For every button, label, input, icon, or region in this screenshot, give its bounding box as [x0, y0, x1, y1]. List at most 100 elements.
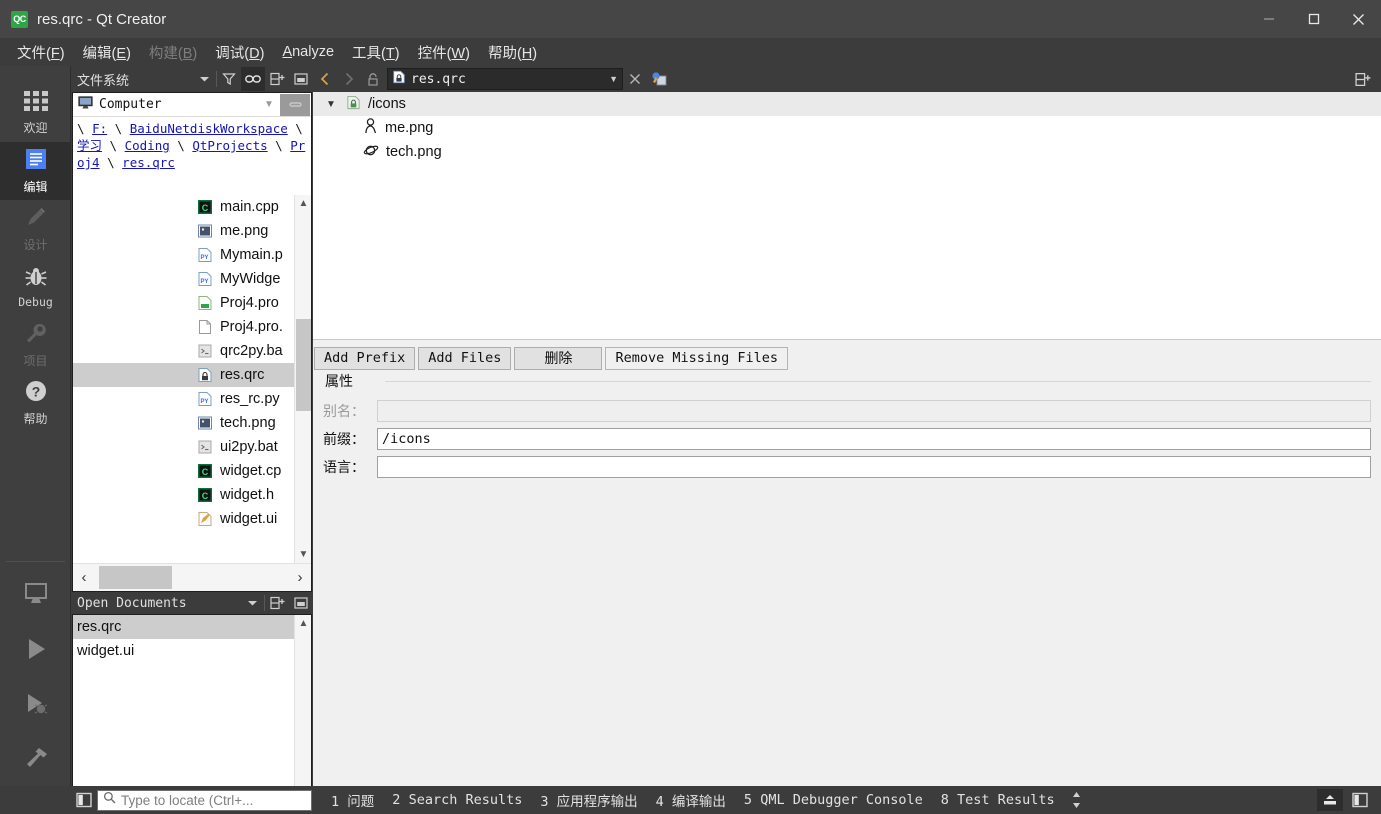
menu-tools[interactable]: 工具(T) [343, 39, 409, 66]
scroll-thumb-horizontal[interactable] [99, 566, 172, 589]
list-item[interactable]: PY res_rc.py [73, 387, 311, 411]
minimize-button[interactable] [1246, 0, 1291, 38]
mode-welcome-label: 欢迎 [23, 121, 48, 135]
close-document-button[interactable] [623, 67, 647, 91]
menu-file[interactable]: 文件(F) [8, 39, 74, 66]
root-path-combo[interactable]: Computer ▼ [73, 93, 311, 117]
output-pane-application-output[interactable]: 3 应用程序输出 [531, 790, 646, 810]
resource-file-node[interactable]: tech.png [313, 140, 1381, 164]
list-item-label: widget.cp [220, 463, 282, 479]
remove-missing-files-button[interactable]: Remove Missing Files [605, 346, 788, 370]
breadcrumb-item-3[interactable]: Coding [125, 138, 170, 153]
output-pane-compile-output[interactable]: 4 编译输出 [647, 790, 735, 810]
file-tree-vertical-scrollbar[interactable]: ▲ ▼ [294, 195, 311, 563]
maximize-button[interactable] [1291, 0, 1336, 38]
output-pane-qml-debugger-console[interactable]: 5 QML Debugger Console [735, 792, 932, 808]
chevron-down-icon[interactable]: ▼ [323, 99, 339, 110]
sync-link-icon[interactable] [241, 67, 265, 91]
list-item[interactable]: res.qrc [73, 363, 311, 387]
toggle-rightpane-icon[interactable] [1347, 789, 1373, 811]
split-add-icon[interactable] [1351, 67, 1375, 91]
menu-debug[interactable]: 调试(D) [206, 39, 273, 66]
mode-help[interactable]: ? 帮助 [0, 374, 71, 432]
add-prefix-button[interactable]: Add Prefix [314, 346, 416, 370]
menu-analyze[interactable]: Analyze [273, 41, 343, 63]
prefix-row: 前缀： /icons [321, 428, 1371, 450]
scroll-left-icon[interactable]: ‹ [73, 564, 95, 591]
close-button[interactable] [1336, 0, 1381, 38]
dropdown-icon[interactable] [240, 591, 264, 615]
breadcrumb-item-6[interactable]: res.qrc [122, 155, 175, 170]
mode-design[interactable]: 设计 [0, 200, 71, 258]
output-pane-problems[interactable]: 1 问题 [322, 790, 383, 810]
list-item[interactable]: C main.cpp [73, 195, 311, 219]
external-editor-icon[interactable] [647, 67, 671, 91]
resource-tree[interactable]: ▼ /icons me.png tech.png [313, 92, 1381, 340]
output-pane-search-results[interactable]: 2 Search Results [383, 792, 531, 808]
debug-run-icon[interactable] [0, 676, 71, 731]
list-item[interactable]: Proj4.pro. [73, 315, 311, 339]
add-files-button[interactable]: Add Files [418, 346, 512, 370]
list-item[interactable]: widget.ui [73, 639, 311, 663]
breadcrumb-item-0[interactable]: F: [92, 121, 107, 136]
mode-debug[interactable]: Debug [0, 258, 71, 316]
scroll-right-icon[interactable]: › [289, 564, 311, 591]
breadcrumb-item-2[interactable]: 学习 [77, 138, 102, 153]
list-item[interactable]: res.qrc [73, 615, 311, 639]
open-documents-list[interactable]: res.qrc widget.ui ▲ ▼ [72, 614, 312, 814]
target-selector-icon[interactable] [0, 566, 71, 621]
editor-document-selector[interactable]: res.qrc ▼ [387, 68, 623, 90]
lock-icon[interactable] [361, 67, 385, 91]
statusbar-left-corner [0, 786, 71, 814]
resource-file-node[interactable]: me.png [313, 116, 1381, 140]
list-item[interactable]: ui2py.bat [73, 435, 311, 459]
go-forward-button[interactable] [337, 67, 361, 91]
close-dock-icon[interactable] [289, 67, 313, 91]
updown-arrows-icon[interactable] [1064, 788, 1090, 812]
close-dock-icon[interactable] [289, 591, 313, 615]
scroll-thumb[interactable] [296, 319, 311, 411]
file-tree-horizontal-scrollbar[interactable]: ‹ › [73, 563, 311, 591]
breadcrumb-item-1[interactable]: BaiduNetdiskWorkspace [130, 121, 288, 136]
mode-projects[interactable]: 项目 [0, 316, 71, 374]
language-field[interactable] [377, 456, 1371, 478]
menu-help[interactable]: 帮助(H) [479, 39, 546, 66]
list-item[interactable]: C widget.h [73, 483, 311, 507]
file-tree[interactable]: C main.cpp me.png PY Mymain.p PY MyWidge [73, 195, 311, 563]
bug-icon [24, 266, 48, 293]
minimize-output-icon[interactable] [1317, 789, 1343, 811]
locator-input[interactable]: Type to locate (Ctrl+... [97, 789, 312, 811]
list-item[interactable]: qrc2py.ba [73, 339, 311, 363]
remove-button[interactable]: 删除 [514, 346, 603, 370]
open-documents-scrollbar[interactable]: ▲ ▼ [294, 615, 311, 814]
list-item[interactable]: me.png [73, 219, 311, 243]
toggle-sidebar-icon[interactable] [71, 788, 97, 812]
menu-edit[interactable]: 编辑(E) [74, 39, 140, 66]
scroll-up-icon[interactable]: ▲ [295, 195, 311, 212]
scroll-up-icon[interactable]: ▲ [295, 615, 312, 632]
go-back-button[interactable] [313, 67, 337, 91]
list-item[interactable]: PY Mymain.p [73, 243, 311, 267]
list-item[interactable]: widget.ui [73, 507, 311, 531]
run-icon[interactable] [0, 621, 71, 676]
list-item[interactable]: C widget.cp [73, 459, 311, 483]
output-pane-test-results[interactable]: 8 Test Results [932, 792, 1064, 808]
dropdown-icon[interactable] [192, 67, 216, 91]
alias-field[interactable] [377, 400, 1371, 422]
mode-welcome[interactable]: 欢迎 [0, 84, 71, 142]
resource-prefix-node[interactable]: ▼ /icons [313, 92, 1381, 116]
list-item[interactable]: Proj4.pro [73, 291, 311, 315]
filter-icon[interactable] [217, 67, 241, 91]
mode-edit[interactable]: 编辑 [0, 142, 71, 200]
build-hammer-icon[interactable] [0, 731, 71, 786]
split-add-icon[interactable] [265, 591, 289, 615]
split-add-icon[interactable] [265, 67, 289, 91]
prefix-field[interactable]: /icons [377, 428, 1371, 450]
list-item[interactable]: PY MyWidge [73, 267, 311, 291]
list-item[interactable]: tech.png [73, 411, 311, 435]
menu-build[interactable]: 构建(B) [140, 39, 206, 66]
scroll-down-icon[interactable]: ▼ [295, 546, 311, 563]
menu-widgets[interactable]: 控件(W) [409, 39, 479, 66]
root-combo-button[interactable] [280, 93, 310, 116]
breadcrumb-item-4[interactable]: QtProjects [192, 138, 267, 153]
